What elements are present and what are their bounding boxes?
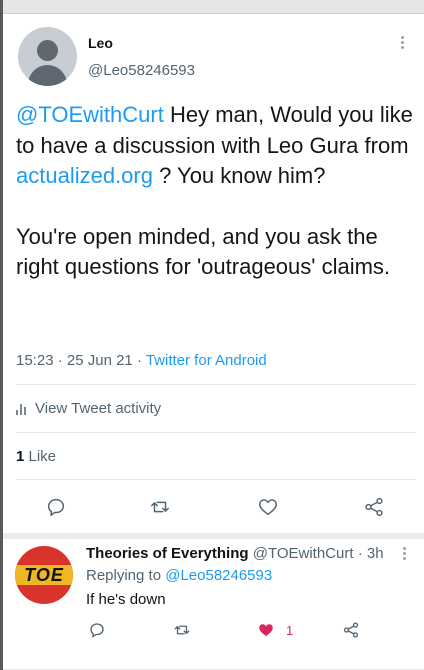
avatar-head-shape [37,40,58,61]
meta-separator: · [53,352,67,369]
heart-icon[interactable] [257,621,275,639]
reply-time: 3h [366,545,384,562]
view-activity-link[interactable]: View Tweet activity [16,400,161,417]
divider [16,479,416,480]
replying-to-link[interactable]: @Leo58246593 [165,567,272,584]
reply-author-handle[interactable]: @TOEwithCurt [253,545,354,562]
reply-text: If he's down [86,591,166,608]
tweet-meta: 15:23 · 25 Jun 21 · Twitter for Android [16,352,267,369]
tweet-text-paragraph2: You're open minded, and you ask the righ… [16,223,391,280]
avatar[interactable] [18,27,77,86]
url-link[interactable]: actualized.org [16,163,153,188]
reply-tweet[interactable]: TOE Theories of Everything @TOEwithCurt … [3,539,424,670]
divider [16,432,416,433]
more-vertical-icon[interactable] [403,547,407,562]
tweet-text: @TOEwithCurt Hey man, Would you like to … [16,100,416,283]
reply-author-name[interactable]: Theories of Everything [86,545,249,562]
tweet-source-link[interactable]: Twitter for Android [146,352,267,369]
bar-chart-icon [16,403,28,415]
avatar[interactable]: TOE [15,546,73,604]
mention-link[interactable]: @TOEwithCurt [16,102,164,127]
toe-logo: TOE [15,565,73,585]
meta-separator: · [132,352,146,369]
reply-icon[interactable] [45,496,67,518]
author-name[interactable]: Leo [88,35,113,51]
retweet-icon[interactable] [173,621,191,639]
more-vertical-icon[interactable] [401,36,405,52]
reply-like-count: 1 [286,623,294,638]
like-count-link[interactable]: 1 Like [16,448,56,465]
retweet-icon[interactable] [149,496,171,518]
window-top-edge [0,0,424,14]
reply-header: Theories of Everything @TOEwithCurt · 3h [86,545,384,562]
tweet-text-part2: ? You know him? [152,163,326,188]
author-handle[interactable]: @Leo58246593 [88,62,195,79]
share-icon[interactable] [363,496,385,518]
reply-icon[interactable] [88,621,106,639]
reply-separator: · [353,545,367,562]
tweet-time: 15:23 [16,352,54,369]
heart-icon[interactable] [257,496,279,518]
view-activity-label: View Tweet activity [35,400,162,417]
avatar-body-shape [28,65,67,86]
divider [16,384,416,385]
tweet-date: 25 Jun 21 [66,352,133,369]
replying-label: Replying to [86,567,166,584]
share-icon[interactable] [342,621,360,639]
like-label: Like [24,448,57,465]
replying-to: Replying to @Leo58246593 [86,567,272,584]
